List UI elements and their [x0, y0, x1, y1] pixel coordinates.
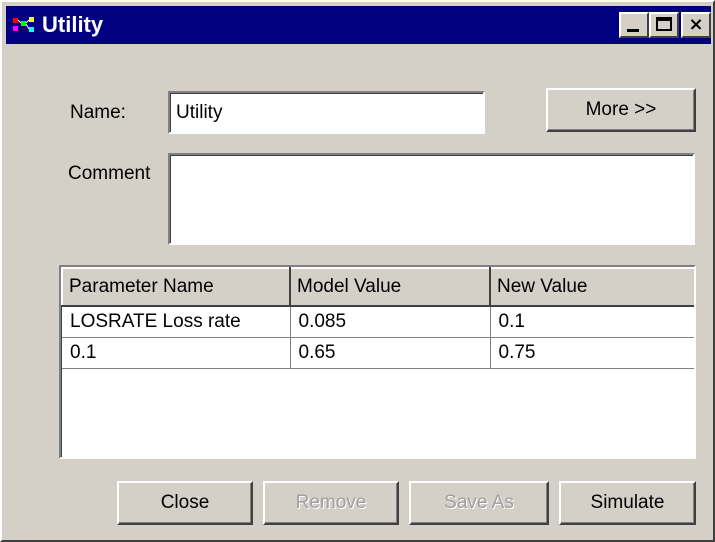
cell-new-value[interactable]: 0.75 [490, 337, 694, 369]
grid-header-row: Parameter Name Model Value New Value [61, 267, 694, 307]
cell-model-value[interactable]: 0.085 [290, 306, 491, 338]
remove-button[interactable]: Remove [263, 481, 399, 525]
save-as-button[interactable]: Save As [409, 481, 549, 525]
cell-parameter-name[interactable]: 0.1 [62, 337, 291, 369]
cell-parameter-name[interactable]: LOSRATE Loss rate [62, 306, 291, 338]
parameter-grid[interactable]: Parameter Name Model Value New Value LOS… [59, 265, 696, 459]
more-button[interactable]: More >> [546, 88, 696, 132]
comment-field[interactable] [168, 153, 695, 245]
minimize-icon [627, 29, 639, 32]
column-header-new-value[interactable]: New Value [489, 267, 694, 307]
table-row[interactable]: LOSRATE Loss rate 0.085 0.1 [62, 306, 694, 338]
close-window-button[interactable]: × [681, 12, 711, 38]
utility-window: Utility × Name: More >> Comment Paramete… [0, 0, 715, 542]
name-label: Name: [70, 102, 126, 123]
cell-new-value[interactable]: 0.1 [490, 306, 694, 338]
app-icon [13, 17, 34, 32]
table-row[interactable]: 0.1 0.65 0.75 [62, 337, 694, 369]
column-header-model-value[interactable]: Model Value [289, 267, 491, 307]
simulate-button[interactable]: Simulate [559, 481, 696, 525]
comment-label: Comment [68, 163, 151, 184]
window-title: Utility [42, 12, 104, 37]
title-bar[interactable]: Utility × [6, 6, 711, 44]
maximize-button[interactable] [649, 12, 679, 38]
close-button[interactable]: Close [117, 481, 253, 525]
minimize-button[interactable] [619, 12, 649, 38]
column-header-parameter-name[interactable]: Parameter Name [61, 267, 291, 307]
close-icon: × [688, 14, 704, 35]
maximize-icon [656, 17, 672, 31]
name-input[interactable] [168, 91, 485, 134]
cell-model-value[interactable]: 0.65 [290, 337, 491, 369]
